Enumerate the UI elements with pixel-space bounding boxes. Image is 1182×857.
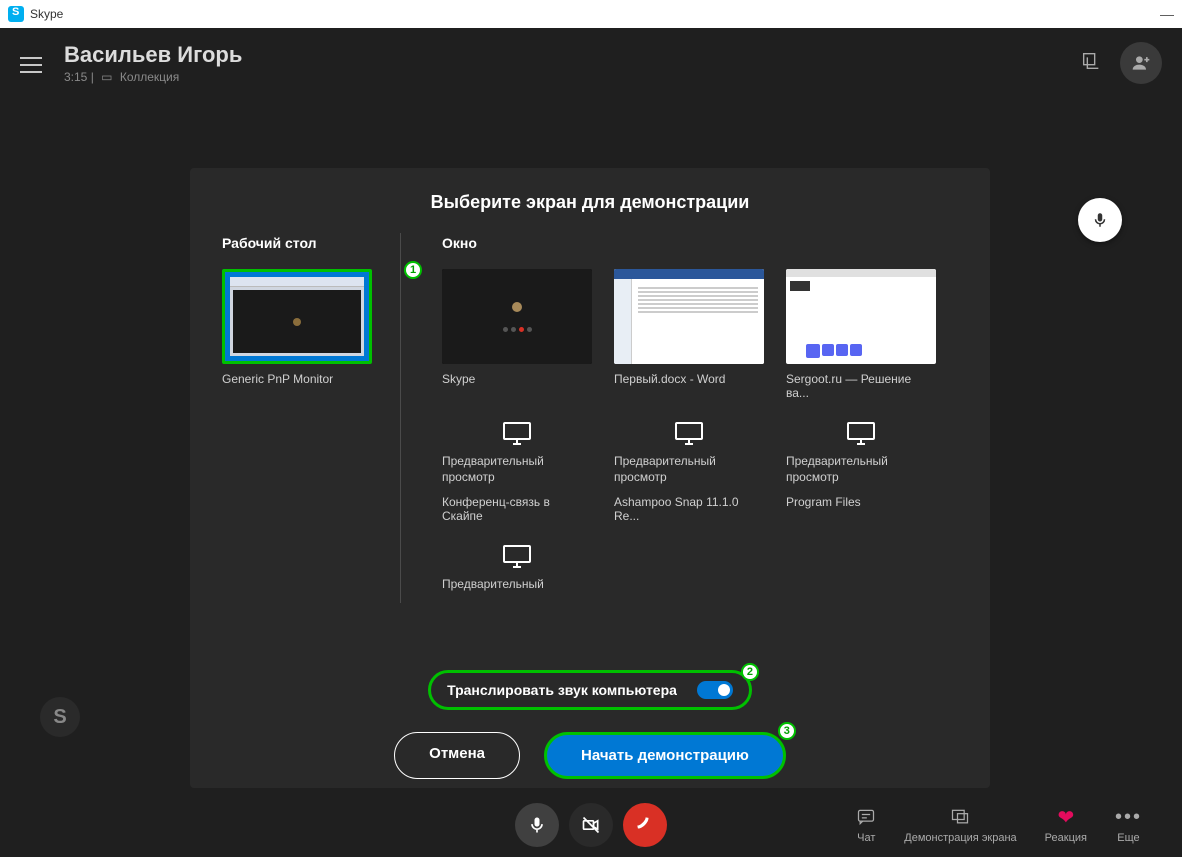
- window-thumb-skype[interactable]: Skype: [442, 269, 592, 400]
- window-preview-item[interactable]: Предварительный просмотр Ashampoo Snap 1…: [614, 420, 764, 523]
- more-icon: •••: [1115, 806, 1142, 828]
- desktop-section-label: Рабочий стол: [222, 235, 412, 251]
- call-duration: 3:15: [64, 70, 87, 84]
- monitor-icon: [614, 420, 764, 448]
- collection-label[interactable]: Коллекция: [120, 70, 179, 84]
- preview-text: Предварительный просмотр: [786, 454, 936, 485]
- window-preview-item-partial[interactable]: Предварительный: [442, 543, 592, 593]
- skype-logo-icon: [8, 6, 24, 22]
- annotation-badge-3: 3: [778, 722, 796, 740]
- window-controls: —: [1160, 6, 1174, 22]
- preview-label: Ashampoo Snap 11.1.0 Re...: [614, 495, 764, 523]
- window-title: Skype: [30, 7, 63, 21]
- contact-name: Васильев Игорь: [64, 42, 242, 68]
- more-button[interactable]: ••• Еще: [1115, 806, 1142, 844]
- chat-icon: [856, 806, 876, 828]
- minimize-icon[interactable]: —: [1160, 6, 1174, 22]
- call-bottom-bar: Чат Демонстрация экрана ❤ Реакция ••• Ещ…: [0, 803, 1182, 847]
- screen-share-panel: Выберите экран для демонстрации Рабочий …: [190, 168, 990, 788]
- chat-button[interactable]: Чат: [856, 806, 876, 844]
- desktop-thumb[interactable]: [222, 269, 372, 364]
- window-label: Sergoot.ru — Решение ва...: [786, 372, 936, 400]
- heart-icon: ❤: [1057, 806, 1074, 828]
- window-label: Первый.docx - Word: [614, 372, 764, 386]
- participant-initial: S: [40, 697, 80, 737]
- desktop-thumb-item[interactable]: 1 Generic PnP Monitor: [222, 269, 412, 386]
- window-section-label: Окно: [442, 235, 958, 251]
- window-thumb-browser[interactable]: Sergoot.ru — Решение ва...: [786, 269, 936, 400]
- window-titlebar: Skype —: [0, 0, 1182, 28]
- screen-share-button[interactable]: Демонстрация экрана: [904, 806, 1016, 844]
- annotation-badge-2: 2: [741, 663, 759, 681]
- window-preview-item[interactable]: Предварительный просмотр Program Files: [786, 420, 936, 523]
- preview-text: Предварительный: [442, 577, 592, 593]
- preview-label: Program Files: [786, 495, 936, 509]
- audio-toggle-row: 2 Транслировать звук компьютера: [428, 670, 752, 710]
- hangup-button[interactable]: [623, 803, 667, 847]
- contact-block: Васильев Игорь 3:15 | ▭ Коллекция: [64, 42, 242, 84]
- screen-share-icon: [950, 806, 970, 828]
- add-participant-button[interactable]: [1120, 42, 1162, 84]
- call-meta: 3:15 | ▭ Коллекция: [64, 70, 242, 84]
- floating-mic-button[interactable]: [1078, 198, 1122, 242]
- monitor-icon: [786, 420, 936, 448]
- crop-icon[interactable]: [1080, 50, 1102, 77]
- window-thumb-word[interactable]: Первый.docx - Word: [614, 269, 764, 400]
- panel-title: Выберите экран для демонстрации: [222, 192, 958, 213]
- audio-toggle[interactable]: [697, 681, 733, 699]
- panel-divider: [400, 233, 401, 603]
- call-header: Васильев Игорь 3:15 | ▭ Коллекция: [0, 28, 1182, 84]
- collection-icon: ▭: [101, 70, 112, 84]
- camera-button[interactable]: [569, 803, 613, 847]
- annotation-badge-1: 1: [404, 261, 422, 279]
- preview-text: Предварительный просмотр: [614, 454, 764, 485]
- monitor-icon: [442, 543, 592, 571]
- reaction-button[interactable]: ❤ Реакция: [1045, 806, 1087, 844]
- start-share-button[interactable]: Начать демонстрацию: [544, 732, 786, 779]
- desktop-thumb-label: Generic PnP Monitor: [222, 372, 412, 386]
- app-root: Васильев Игорь 3:15 | ▭ Коллекция Выбери…: [0, 28, 1182, 857]
- preview-label: Конференц-связь в Скайпе: [442, 495, 592, 523]
- audio-toggle-label: Транслировать звук компьютера: [447, 682, 677, 698]
- window-label: Skype: [442, 372, 592, 386]
- mute-button[interactable]: [515, 803, 559, 847]
- monitor-icon: [442, 420, 592, 448]
- window-preview-item[interactable]: Предварительный просмотр Конференц-связь…: [442, 420, 592, 523]
- cancel-button[interactable]: Отмена: [394, 732, 520, 779]
- menu-icon[interactable]: [20, 52, 42, 74]
- preview-text: Предварительный просмотр: [442, 454, 592, 485]
